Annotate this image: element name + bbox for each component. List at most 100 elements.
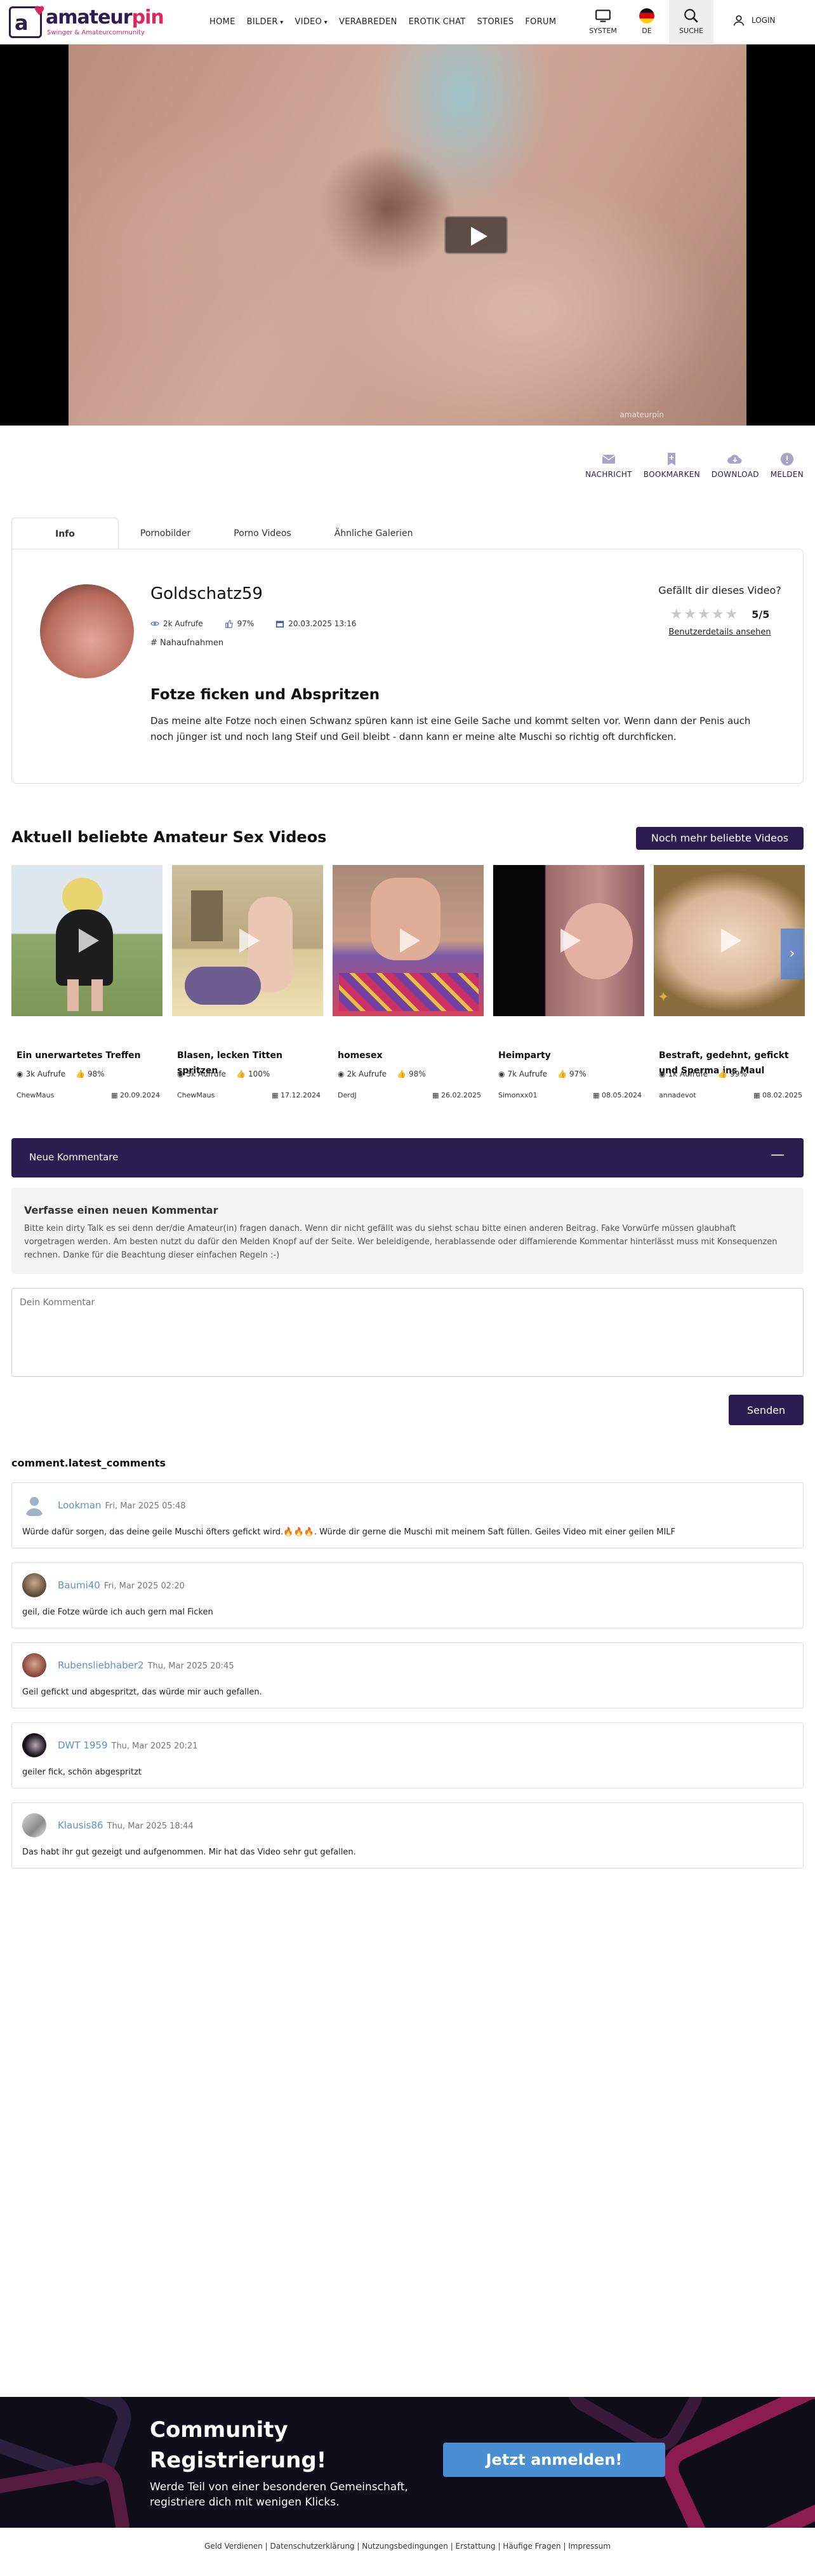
comment-author[interactable]: DWT 1959 Thu, Mar 2025 20:21: [58, 1740, 198, 1751]
send-comment-button[interactable]: Senden: [729, 1395, 804, 1425]
footer-link-impressum[interactable]: Impressum: [568, 2542, 611, 2551]
uploader-name[interactable]: Goldschatz59: [150, 584, 263, 603]
footer-link-erstattung[interactable]: Erstattung: [456, 2542, 496, 2551]
comment-author[interactable]: Lookman Fri, Mar 2025 05:48: [58, 1499, 186, 1511]
eye-icon: ◉: [498, 1070, 505, 1078]
nav-bilder[interactable]: BILDER: [247, 17, 284, 27]
video-player[interactable]: amateurpin: [0, 44, 815, 426]
thumbs-up-icon: 👍: [76, 1070, 86, 1078]
video-title: Fotze ficken und Abspritzen: [150, 687, 380, 703]
registration-banner: Community Registrierung! Werde Teil von e…: [0, 2397, 815, 2528]
comment-item: Rubensliebhaber2 Thu, Mar 2025 20:45 Geil…: [11, 1642, 804, 1708]
footer-link-geld-verdienen[interactable]: Geld Verdienen: [204, 2542, 263, 2551]
rating-value: 5/5: [752, 608, 770, 621]
message-button[interactable]: NACHRICHT: [585, 452, 632, 479]
commenter-avatar[interactable]: [22, 1653, 46, 1677]
video-card-stats: ◉ 1k Aufrufe 👍 99%: [659, 1070, 747, 1078]
download-button[interactable]: DOWNLOAD: [712, 452, 759, 479]
commenter-avatar[interactable]: [22, 1813, 46, 1837]
video-card[interactable]: ✦ Bestraft, gedehnt, gefickt und Sperma …: [654, 865, 805, 1113]
video-thumbnail[interactable]: [493, 865, 644, 1016]
rating-stars[interactable]: ★ ★ ★ ★ ★ 5/5: [653, 607, 786, 622]
nav-forum[interactable]: FORUM: [525, 17, 556, 27]
video-card-user[interactable]: ChewMaus: [177, 1091, 215, 1099]
site-logo[interactable]: a ♥ amateurpin Swinger & Amateurcommunity: [9, 3, 164, 39]
footer-link-nutzungsbedingungen[interactable]: Nutzungsbedingungen: [362, 2542, 448, 2551]
latest-comments-title: comment.latest_comments: [11, 1457, 166, 1469]
date-stat: 20.03.2025 13:16: [275, 619, 356, 628]
video-description: Das meine alte Fotze noch einen Schwanz …: [150, 715, 751, 742]
more-popular-button[interactable]: Noch mehr beliebte Videos: [636, 827, 804, 850]
video-thumbnail[interactable]: [11, 865, 162, 1016]
tab-info[interactable]: Info: [11, 518, 119, 549]
nav-verabreden[interactable]: VERABREDEN: [339, 17, 397, 27]
star-icon[interactable]: ★: [726, 607, 738, 622]
video-thumbnail[interactable]: [333, 865, 484, 1016]
video-card-user[interactable]: DerdJ: [338, 1091, 357, 1099]
nav-video[interactable]: VIDEO: [295, 17, 328, 27]
star-icon[interactable]: ★: [684, 607, 696, 622]
comment-author[interactable]: Rubensliebhaber2 Thu, Mar 2025 20:45: [58, 1660, 234, 1671]
report-button[interactable]: MELDEN: [771, 452, 804, 479]
video-card-footer: ChewMaus 17.12.2024: [177, 1091, 321, 1099]
video-card-user[interactable]: Simonxx01: [498, 1091, 537, 1099]
rating-details-link[interactable]: Benutzerdetails ansehen: [653, 627, 786, 637]
search-button[interactable]: SUCHE: [669, 0, 713, 44]
comment-author[interactable]: Klausis86 Thu, Mar 2025 18:44: [58, 1820, 194, 1831]
comment-author[interactable]: Baumi40 Fri, Mar 2025 02:20: [58, 1580, 185, 1591]
comment-item: DWT 1959 Thu, Mar 2025 20:21 geiler fick,…: [11, 1722, 804, 1788]
nav-stories[interactable]: STORIES: [477, 17, 514, 27]
video-card[interactable]: Heimparty ◉7k Aufrufe👍97% Simonxx01 08.05…: [493, 865, 644, 1113]
footer-link-faq[interactable]: Häufige Fragen: [503, 2542, 560, 2551]
play-icon: [233, 926, 262, 955]
commenter-avatar[interactable]: [22, 1573, 46, 1597]
carousel-next-button[interactable]: ›: [781, 929, 804, 979]
rating-question: Gefällt dir dieses Video?: [658, 584, 781, 596]
eye-icon: [150, 621, 159, 626]
chevron-right-icon: ›: [789, 946, 795, 962]
video-card-user[interactable]: ChewMaus: [17, 1091, 54, 1099]
likes-stat: 97%: [225, 619, 254, 628]
comments-toggle-bar[interactable]: Neue Kommentare —: [11, 1138, 804, 1177]
tab-porno-videos[interactable]: Porno Videos: [212, 518, 312, 549]
video-card[interactable]: Ein unerwartetes Treffen ◉ 3k Aufrufe 👍 98%…: [11, 865, 162, 1113]
banner-headline: Community Registrierung!: [150, 2417, 327, 2473]
thumbs-up-icon: 👍: [397, 1070, 407, 1078]
bookmark-button[interactable]: BOOKMARKEN: [644, 452, 700, 479]
video-card-stats: ◉ 2k Aufrufe 👍 98%: [338, 1070, 426, 1078]
video-card-title[interactable]: Heimparty: [498, 1048, 642, 1063]
popular-video-grid: Ein unerwartetes Treffen ◉ 3k Aufrufe 👍 98%…: [11, 865, 805, 1119]
register-button[interactable]: Jetzt anmelden!: [443, 2443, 665, 2477]
star-icon[interactable]: ★: [712, 607, 724, 622]
language-button[interactable]: DE: [625, 0, 669, 44]
video-card-user[interactable]: annadevot: [659, 1091, 696, 1099]
video-card[interactable]: Blasen, lecken Titten spritzen ◉ 5k Aufru…: [172, 865, 323, 1113]
category-tag[interactable]: # Nahaufnahmen: [150, 638, 223, 648]
video-card-title[interactable]: Ein unerwartetes Treffen: [17, 1048, 160, 1063]
video-card[interactable]: homesex ◉2k Aufrufe👍98% DerdJ 26.02.2025: [333, 865, 484, 1113]
video-card-title[interactable]: homesex: [338, 1048, 481, 1063]
tab-pornobilder[interactable]: Pornobilder: [119, 518, 212, 549]
tab-aehnliche-galerien[interactable]: Ähnliche Galerien: [313, 518, 435, 549]
nav-home[interactable]: HOME: [209, 17, 235, 27]
video-thumbnail[interactable]: [172, 865, 323, 1016]
star-icon[interactable]: ★: [670, 607, 683, 622]
commenter-avatar[interactable]: [22, 1733, 46, 1757]
login-button[interactable]: LOGIN: [732, 14, 776, 27]
video-card-footer: DerdJ 26.02.2025: [338, 1091, 481, 1099]
comment-input[interactable]: [11, 1288, 804, 1377]
play-icon: [72, 926, 102, 955]
footer-link-datenschutz[interactable]: Datenschutzerklärung: [270, 2542, 354, 2551]
system-button[interactable]: SYSTEM: [581, 0, 625, 44]
video-card-stats: ◉ 7k Aufrufe 👍 97%: [498, 1070, 586, 1078]
default-avatar-icon[interactable]: [22, 1493, 46, 1517]
flag-de-icon: [639, 8, 654, 23]
cloud-download-icon: [727, 455, 742, 464]
collapse-icon[interactable]: —: [771, 1147, 785, 1163]
star-icon[interactable]: ★: [698, 607, 710, 622]
nav-erotik-chat[interactable]: EROTIK CHAT: [409, 17, 466, 27]
uploader-avatar[interactable]: [40, 584, 134, 678]
comment-text: Würde dafür sorgen, das deine geile Musc…: [22, 1527, 676, 1537]
play-button[interactable]: [444, 216, 508, 254]
video-card-footer: Simonxx01 08.05.2024: [498, 1091, 642, 1099]
